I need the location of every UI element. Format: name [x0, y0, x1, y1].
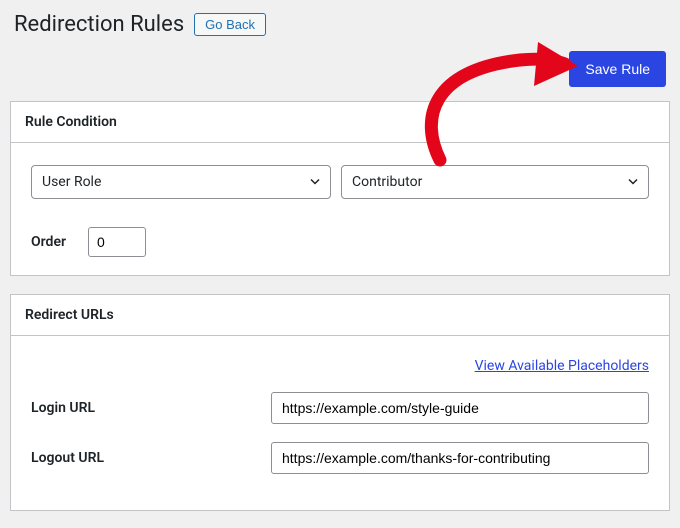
save-rule-button[interactable]: Save Rule — [569, 51, 666, 87]
logout-url-label: Logout URL — [31, 450, 271, 466]
rule-condition-heading: Rule Condition — [11, 102, 669, 143]
logout-url-input[interactable] — [271, 442, 649, 474]
redirect-urls-panel: Redirect URLs View Available Placeholder… — [10, 294, 670, 511]
condition-value-text: Contributor — [352, 174, 422, 190]
condition-value-select[interactable]: Contributor — [341, 165, 649, 199]
login-url-label: Login URL — [31, 400, 271, 416]
condition-type-select[interactable]: User Role — [31, 165, 331, 199]
go-back-button[interactable]: Go Back — [194, 13, 266, 36]
page-title: Redirection Rules — [14, 12, 184, 37]
redirect-urls-heading: Redirect URLs — [11, 295, 669, 336]
condition-type-value: User Role — [42, 174, 101, 190]
order-label: Order — [31, 234, 66, 250]
order-input[interactable] — [88, 227, 146, 257]
login-url-input[interactable] — [271, 392, 649, 424]
view-placeholders-link[interactable]: View Available Placeholders — [475, 358, 649, 374]
rule-condition-panel: Rule Condition User Role Contributor — [10, 101, 670, 276]
